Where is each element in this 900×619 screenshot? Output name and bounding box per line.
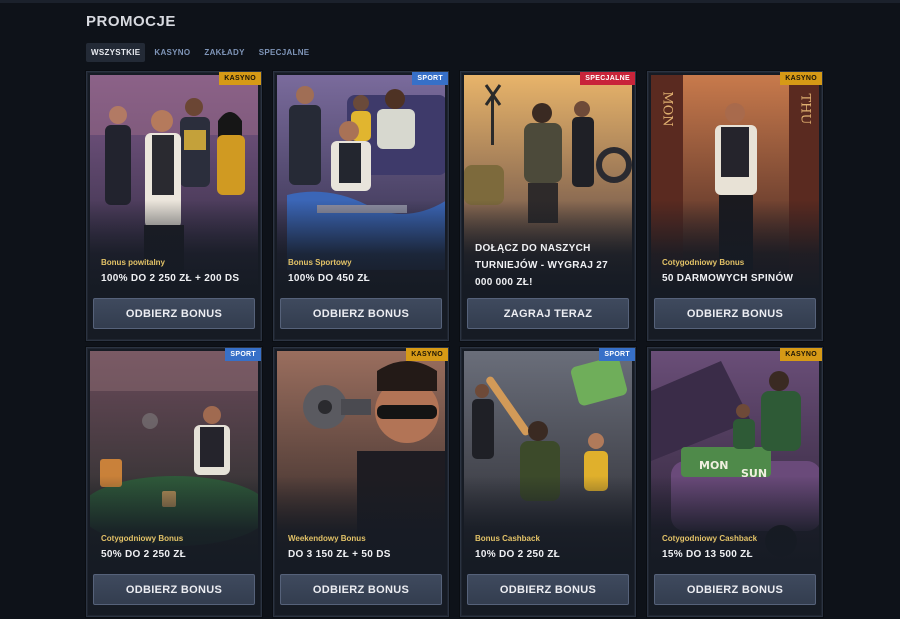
promo-offer: 10% DO 2 250 ZŁ (475, 549, 561, 560)
door-label-right: THU (798, 94, 813, 125)
top-divider (0, 0, 900, 3)
promo-card: MON SUN KASYNO Cotygodniowy Cashback 15%… (647, 347, 823, 617)
category-badge: SPECJALNE (580, 72, 635, 85)
trunk-label-right: SUN (741, 467, 767, 480)
claim-bonus-button[interactable]: ODBIERZ BONUS (280, 574, 442, 605)
promo-text: Cotygodniowy Bonus 50% DO 2 250 ZŁ (101, 534, 251, 560)
category-badge: KASYNO (406, 348, 448, 361)
category-badge: SPORT (225, 348, 261, 361)
promo-text: Bonus Cashback 10% DO 2 250 ZŁ (475, 534, 625, 560)
promo-card: SPECJALNE DOŁĄCZ DO NASZYCH TURNIEJÓW - … (460, 71, 636, 341)
promo-subtitle: Cotygodniowy Bonus (662, 258, 745, 267)
filter-tabs: WSZYSTKIE KASYNO ZAKŁADY SPECJALNE (86, 43, 314, 62)
claim-bonus-button[interactable]: ODBIERZ BONUS (280, 298, 442, 329)
promo-subtitle: Bonus powitalny (101, 258, 165, 267)
category-badge: KASYNO (219, 72, 261, 85)
promo-text: Cotygodniowy Bonus 50 DARMOWYCH SPINÓW (662, 258, 812, 284)
promo-subtitle: Weekendowy Bonus (288, 534, 366, 543)
promo-offer: 100% DO 2 250 ZŁ + 200 DS (101, 273, 240, 284)
promo-text: Cotygodniowy Cashback 15% DO 13 500 ZŁ (662, 534, 812, 560)
promo-card: MON THU KASYNO Cotygodniowy Bonus 50 DAR… (647, 71, 823, 341)
promo-offer: 100% DO 450 ZŁ (288, 273, 371, 284)
promo-card: SPORT Cotygodniowy Bonus 50% DO 2 250 ZŁ… (86, 347, 262, 617)
promo-offer: 50 DARMOWYCH SPINÓW (662, 273, 794, 284)
claim-bonus-button[interactable]: ODBIERZ BONUS (93, 574, 255, 605)
page-title: PROMOCJE (86, 13, 176, 30)
promo-subtitle: Bonus Cashback (475, 534, 540, 543)
claim-bonus-button[interactable]: ODBIERZ BONUS (654, 574, 816, 605)
tab-casino[interactable]: KASYNO (149, 43, 195, 62)
promo-subtitle: Cotygodniowy Cashback (662, 534, 758, 543)
promo-subtitle: Bonus Sportowy (288, 258, 352, 267)
tab-bets[interactable]: ZAKŁADY (199, 43, 249, 62)
promo-offer: 50% DO 2 250 ZŁ (101, 549, 187, 560)
category-badge: SPORT (412, 72, 448, 85)
trunk-label-left: MON (699, 459, 729, 472)
promo-text: Bonus Sportowy 100% DO 450 ZŁ (288, 258, 438, 284)
promo-offer: DO 3 150 ZŁ + 50 DS (288, 549, 391, 560)
promo-card: SPORT Bonus Sportowy 100% DO 450 ZŁ ODBI… (273, 71, 449, 341)
promo-text: DOŁĄCZ DO NASZYCH TURNIEJÓW - WYGRAJ 27 … (475, 240, 625, 291)
promo-card: KASYNO Weekendowy Bonus DO 3 150 ZŁ + 50… (273, 347, 449, 617)
claim-bonus-button[interactable]: ODBIERZ BONUS (654, 298, 816, 329)
play-now-button[interactable]: ZAGRAJ TERAZ (467, 298, 629, 329)
promo-text: Weekendowy Bonus DO 3 150 ZŁ + 50 DS (288, 534, 438, 560)
tab-special[interactable]: SPECJALNE (254, 43, 315, 62)
tab-all[interactable]: WSZYSTKIE (86, 43, 146, 62)
category-badge: KASYNO (780, 348, 822, 361)
claim-bonus-button[interactable]: ODBIERZ BONUS (467, 574, 629, 605)
category-badge: SPORT (599, 348, 635, 361)
promo-offer: 15% DO 13 500 ZŁ (662, 549, 753, 560)
promo-card: SPORT Bonus Cashback 10% DO 2 250 ZŁ ODB… (460, 347, 636, 617)
promo-card: KASYNO Bonus powitalny 100% DO 2 250 ZŁ … (86, 71, 262, 341)
promo-subtitle: Cotygodniowy Bonus (101, 534, 184, 543)
door-label-left: MON (660, 91, 675, 126)
claim-bonus-button[interactable]: ODBIERZ BONUS (93, 298, 255, 329)
promo-text: Bonus powitalny 100% DO 2 250 ZŁ + 200 D… (101, 258, 251, 284)
category-badge: KASYNO (780, 72, 822, 85)
promo-grid: KASYNO Bonus powitalny 100% DO 2 250 ZŁ … (86, 71, 823, 617)
promo-offer: DOŁĄCZ DO NASZYCH TURNIEJÓW - WYGRAJ 27 … (475, 243, 608, 288)
